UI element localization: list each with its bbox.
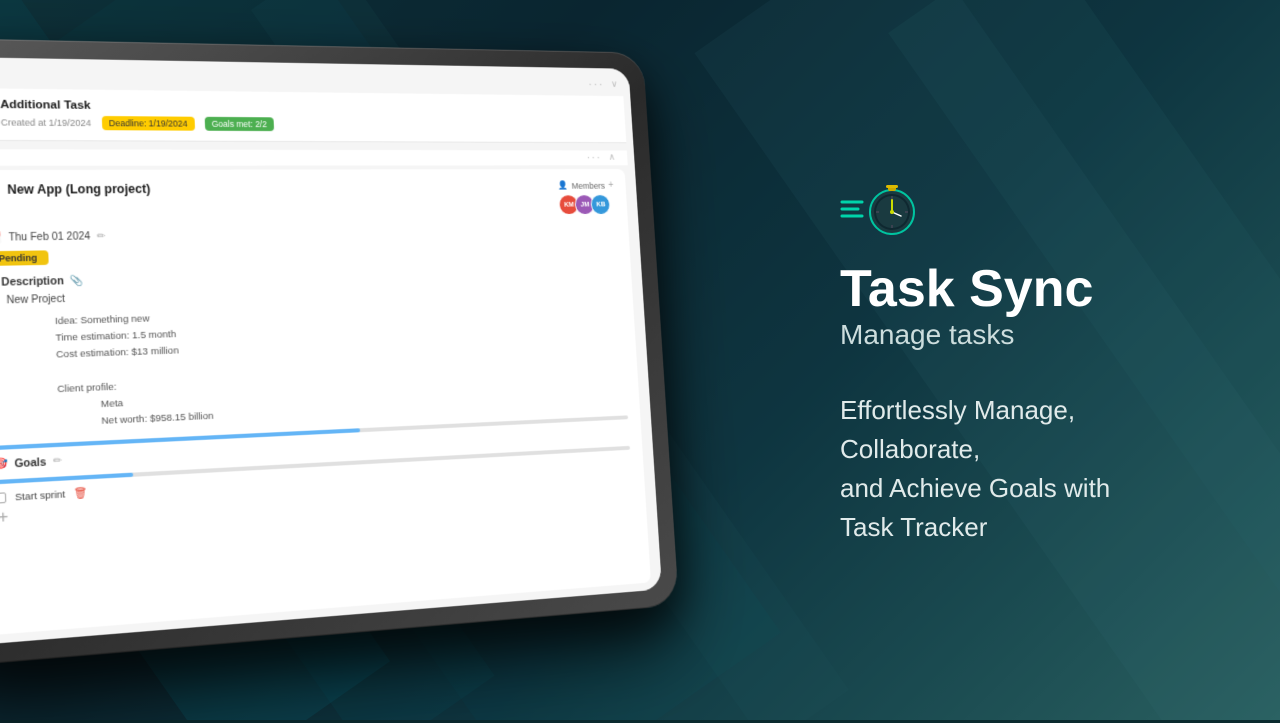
task-additional: Additional Task Created at 1/19/2024 Dea… bbox=[0, 88, 626, 143]
add-member-icon[interactable]: + bbox=[608, 180, 614, 190]
description-edit-icon[interactable]: 📎 bbox=[70, 275, 84, 287]
section-toolbar: ··· ∧ bbox=[0, 149, 628, 166]
avatar-group: KM JM KB bbox=[559, 194, 608, 215]
date-row: 📅 Thu Feb 01 2024 ✏ bbox=[0, 224, 617, 245]
goal-text-1: Start sprint bbox=[15, 489, 66, 504]
goal-delete-icon[interactable]: 🗑 bbox=[74, 488, 88, 500]
project-header: New App (Long project) 👤 Members + KM bbox=[0, 180, 615, 221]
goals-progress-fill bbox=[0, 473, 134, 485]
goals-edit-icon[interactable]: ✏ bbox=[53, 456, 62, 468]
members-label-text: Members bbox=[571, 181, 605, 190]
description-body: Idea: Something new Time estimation: 1.5… bbox=[55, 299, 628, 432]
logo-area bbox=[840, 174, 1200, 239]
status-badge: Pending bbox=[0, 250, 48, 266]
menu-dots[interactable]: ··· bbox=[588, 77, 605, 90]
top-bar: ··· ∨ bbox=[0, 65, 623, 92]
description-title: Description bbox=[1, 275, 64, 289]
tablet: ··· ∨ Additional Task Created at 1/19/ bbox=[0, 38, 708, 722]
tablet-frame: ··· ∨ Additional Task Created at 1/19/ bbox=[0, 38, 679, 667]
tagline: Effortlessly Manage, Collaborate, and Ac… bbox=[840, 391, 1200, 547]
section-menu-dots[interactable]: ··· bbox=[586, 152, 602, 163]
task-1-title: Additional Task bbox=[0, 99, 91, 112]
task-1-deadline: Deadline: 1/19/2024 bbox=[101, 116, 194, 131]
calendar-icon: 📅 bbox=[0, 231, 2, 245]
tagline-line2: Collaborate, bbox=[840, 430, 1200, 469]
tagline-line4: Task Tracker bbox=[840, 508, 1200, 547]
edit-date-icon[interactable]: ✏ bbox=[96, 231, 105, 242]
goals-title: Goals bbox=[14, 456, 46, 470]
chevron-icon[interactable]: ∨ bbox=[611, 79, 618, 89]
screen-content: ··· ∨ Additional Task Created at 1/19/ bbox=[0, 57, 662, 646]
app-subtitle: Manage tasks bbox=[840, 319, 1200, 351]
project-date: Thu Feb 01 2024 bbox=[8, 231, 90, 243]
project-title: New App (Long project) bbox=[7, 182, 150, 197]
app-logo-icon bbox=[840, 174, 920, 239]
avatar-kb: KB bbox=[591, 194, 612, 215]
app-title: Task Sync bbox=[840, 263, 1200, 315]
project-section: New App (Long project) 👤 Members + KM bbox=[0, 169, 651, 636]
goals-icon: 🎯 bbox=[0, 458, 8, 470]
task-1-goals-met: Goals met: 2/2 bbox=[204, 117, 274, 131]
members-icon: 👤 bbox=[558, 180, 569, 190]
tagline-line3: and Achieve Goals with bbox=[840, 469, 1200, 508]
right-panel: Task Sync Manage tasks Effortlessly Mana… bbox=[760, 0, 1280, 720]
tablet-screen: ··· ∨ Additional Task Created at 1/19/ bbox=[0, 57, 662, 646]
members-area: 👤 Members + KM JM KB bbox=[558, 180, 615, 215]
goal-checkbox-1[interactable] bbox=[0, 493, 6, 504]
task-1-created: Created at 1/19/2024 bbox=[1, 117, 92, 128]
tagline-line1: Effortlessly Manage, bbox=[840, 391, 1200, 430]
section-chevron[interactable]: ∧ bbox=[608, 152, 615, 163]
